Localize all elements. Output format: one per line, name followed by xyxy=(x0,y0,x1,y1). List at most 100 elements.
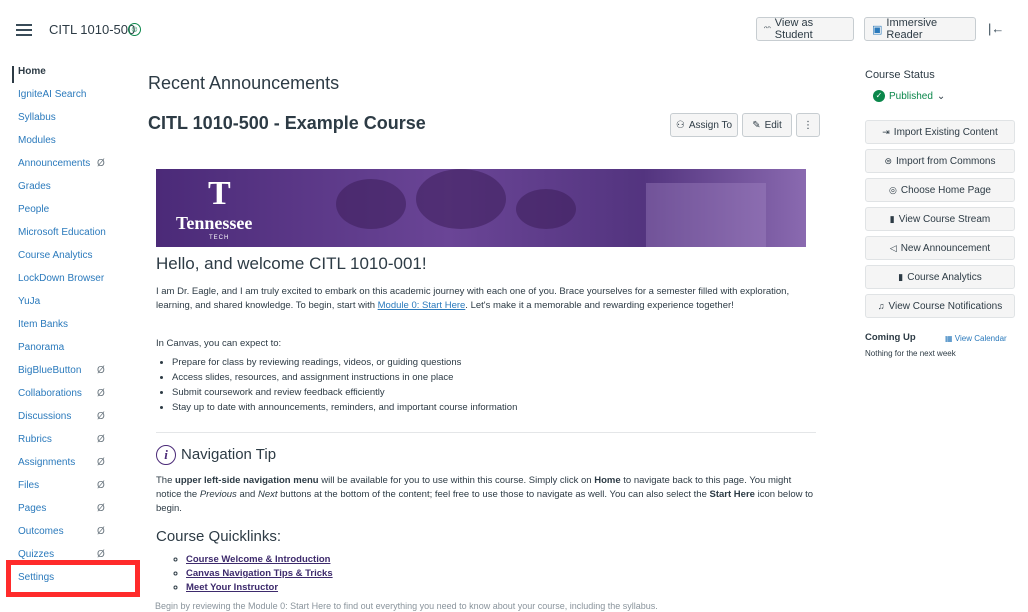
nav-item-lockdown-browser[interactable]: LockDown Browser xyxy=(0,267,140,290)
nav-item-label: Collaborations xyxy=(18,388,82,399)
top-bar: CITL 1010-500 ☺ ᵔᵔ View as Student ▣ Imm… xyxy=(0,0,1028,58)
kebab-menu-icon: ⋮ xyxy=(803,119,813,131)
info-icon: i xyxy=(156,445,176,465)
quicklink[interactable]: Meet Your Instructor xyxy=(186,582,278,593)
nav-item-home[interactable]: Home xyxy=(0,60,140,83)
button-label: Import Existing Content xyxy=(893,126,998,138)
published-status-dropdown[interactable]: ✓ Published ⌄ xyxy=(873,90,945,102)
check-circle-icon: ✓ xyxy=(873,90,885,102)
button-label: View Course Notifications xyxy=(888,300,1003,312)
navigation-tip-paragraph: The upper left-side navigation menu will… xyxy=(156,475,814,514)
commons-icon: ⊜ xyxy=(884,155,893,166)
view-course-stream-button[interactable]: ▮ View Course Stream xyxy=(865,207,1015,231)
nav-item-item-banks[interactable]: Item Banks xyxy=(0,313,140,336)
nav-item-label: Panorama xyxy=(18,342,65,353)
logo-name: Tennessee xyxy=(176,213,253,233)
nav-item-label: Grades xyxy=(18,181,51,192)
bell-icon: ♫ xyxy=(877,301,885,311)
nav-item-outcomes[interactable]: Outcomes Ø xyxy=(0,520,140,543)
nav-item-assignments[interactable]: Assignments Ø xyxy=(0,451,140,474)
assign-to-button[interactable]: ⚇ Assign To xyxy=(670,113,738,137)
bar-chart-icon: ▮ xyxy=(889,213,895,224)
course-analytics-button[interactable]: ▮ Course Analytics xyxy=(865,265,1015,289)
immersive-reader-label: Immersive Reader xyxy=(886,17,938,41)
import-existing-content-button[interactable]: ⇥ Import Existing Content xyxy=(865,120,1015,144)
nav-item-announcements[interactable]: Announcements Ø xyxy=(0,152,140,175)
hamburger-menu-icon[interactable] xyxy=(16,24,32,36)
people-icon: ⚇ xyxy=(675,119,685,131)
expectations-list: Prepare for class by reviewing readings,… xyxy=(156,355,816,415)
logo-subtitle: TECH xyxy=(209,235,230,241)
accessibility-icon: ☺ xyxy=(128,23,141,36)
nav-item-modules[interactable]: Modules xyxy=(0,129,140,152)
nav-item-igniteai-search[interactable]: IgniteAI Search xyxy=(0,83,140,106)
analytics-icon: ▮ xyxy=(898,271,904,282)
eye-slash-icon: Ø xyxy=(97,457,105,468)
megaphone-icon: ◁ xyxy=(889,242,897,253)
nav-item-rubrics[interactable]: Rubrics Ø xyxy=(0,428,140,451)
expect-text: In Canvas, you can expect to: xyxy=(156,338,282,349)
nav-item-label: Pages xyxy=(18,503,47,514)
breadcrumb-course-code[interactable]: CITL 1010-500 xyxy=(49,22,135,37)
course-navigation: Home IgniteAI Search Syllabus Modules Announ… xyxy=(0,60,140,589)
navigation-tip-heading: i Navigation Tip xyxy=(156,444,816,466)
eye-slash-icon: Ø xyxy=(97,158,105,169)
nav-item-course-analytics[interactable]: Course Analytics xyxy=(0,244,140,267)
nav-item-pages[interactable]: Pages Ø xyxy=(0,497,140,520)
import-from-commons-button[interactable]: ⊜ Import from Commons xyxy=(865,149,1015,173)
assign-to-label: Assign To xyxy=(688,119,733,131)
eye-slash-icon: Ø xyxy=(97,526,105,537)
nav-item-label: Syllabus xyxy=(18,112,56,123)
course-status-heading: Course Status xyxy=(865,69,935,81)
nav-item-syllabus[interactable]: Syllabus xyxy=(0,106,140,129)
nav-item-collaborations[interactable]: Collaborations Ø xyxy=(0,382,140,405)
more-options-button[interactable]: ⋮ xyxy=(796,113,820,137)
content-divider xyxy=(156,432,816,433)
module-0-link[interactable]: Module 0: Start Here xyxy=(378,300,466,311)
quicklinks-heading: Course Quicklinks: xyxy=(156,528,282,545)
nav-item-label: Discussions xyxy=(18,411,72,422)
quicklink[interactable]: Course Welcome & Introduction xyxy=(186,554,330,565)
eye-slash-icon: Ø xyxy=(97,503,105,514)
new-announcement-button[interactable]: ◁ New Announcement xyxy=(865,236,1015,260)
nav-item-label: IgniteAI Search xyxy=(18,89,87,100)
eye-slash-icon: Ø xyxy=(97,365,105,376)
quicklink-item: Course Welcome & Introduction xyxy=(186,553,816,567)
view-as-student-label: View as Student xyxy=(774,17,814,41)
nav-item-label: Modules xyxy=(18,135,56,146)
view-calendar-link[interactable]: ▦ View Calendar xyxy=(945,334,1007,343)
nav-item-label: Files xyxy=(18,480,40,491)
nav-item-microsoft-education[interactable]: Microsoft Education xyxy=(0,221,140,244)
button-label: View Course Stream xyxy=(898,213,991,225)
immersive-reader-button[interactable]: ▣ Immersive Reader xyxy=(864,17,976,41)
chevron-down-icon: ⌄ xyxy=(936,90,946,102)
nav-item-label: YuJa xyxy=(18,296,41,307)
nav-item-files[interactable]: Files Ø xyxy=(0,474,140,497)
collapse-sidebar-icon[interactable]: |← xyxy=(988,21,1004,36)
settings-highlight-box xyxy=(6,560,140,597)
published-label: Published xyxy=(889,90,933,102)
page-title: CITL 1010-500 - Example Course xyxy=(148,113,426,133)
nav-item-label: People xyxy=(18,204,50,215)
choose-home-page-button[interactable]: ◎ Choose Home Page xyxy=(865,178,1015,202)
view-course-notifications-button[interactable]: ♫ View Course Notifications xyxy=(865,294,1015,318)
calendar-icon: ▦ xyxy=(945,334,953,343)
quicklink[interactable]: Canvas Navigation Tips & Tricks xyxy=(186,568,333,579)
list-item: Prepare for class by reviewing readings,… xyxy=(172,355,816,370)
nav-item-discussions[interactable]: Discussions Ø xyxy=(0,405,140,428)
nav-item-label: LockDown Browser xyxy=(18,273,105,284)
view-as-student-button[interactable]: ᵔᵔ View as Student xyxy=(756,17,854,41)
tennessee-tech-logo-icon: T xyxy=(208,175,231,212)
nav-item-people[interactable]: People xyxy=(0,198,140,221)
pencil-icon: ✎ xyxy=(752,119,761,131)
nav-item-grades[interactable]: Grades xyxy=(0,175,140,198)
eye-slash-icon: Ø xyxy=(97,411,105,422)
nav-item-label: Microsoft Education xyxy=(18,227,106,238)
intro-paragraph: I am Dr. Eagle, and I am truly excited t… xyxy=(156,286,790,311)
nav-item-yuja[interactable]: YuJa xyxy=(0,290,140,313)
nav-item-label: Home xyxy=(18,66,46,77)
edit-button[interactable]: ✎ Edit xyxy=(742,113,792,137)
nav-item-panorama[interactable]: Panorama xyxy=(0,336,140,359)
coming-up-heading: Coming Up xyxy=(865,332,916,343)
nav-item-bigbluebutton[interactable]: BigBlueButton Ø xyxy=(0,359,140,382)
